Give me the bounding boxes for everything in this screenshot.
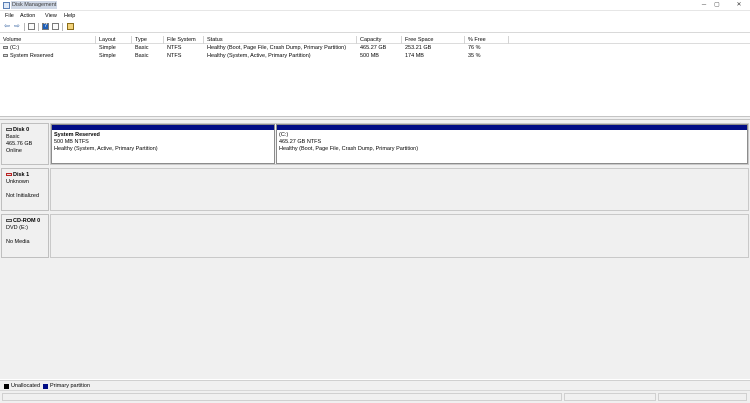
table-row[interactable]: (C:) Simple Basic NTFS Healthy (Boot, Pa… — [0, 45, 750, 52]
help-icon[interactable]: ? — [42, 23, 49, 30]
file-system-cell: NTFS — [167, 53, 182, 59]
capacity-cell: 465.27 GB — [360, 45, 387, 51]
disk-warning-icon — [6, 173, 12, 177]
drive-icon — [3, 46, 8, 50]
type-cell: Basic — [135, 45, 149, 51]
free-space-cell: 174 MB — [405, 53, 424, 59]
disk-name: CD-ROM 0 — [13, 218, 41, 224]
percent-free-cell: 35 % — [468, 53, 481, 59]
cdrom-0-area — [50, 214, 749, 258]
partition-size: 500 MB NTFS — [54, 139, 89, 145]
properties-icon[interactable] — [52, 23, 59, 30]
partition-size: 465.27 GB NTFS — [279, 139, 322, 145]
column-free-space[interactable]: Free Space — [402, 36, 465, 44]
primary-partition-swatch — [43, 384, 48, 389]
column-volume[interactable]: Volume — [0, 36, 96, 44]
partition-c-drive[interactable]: (C:) 465.27 GB NTFS Healthy (Boot, Page … — [276, 124, 748, 164]
toolbar-separator — [38, 23, 39, 31]
volume-list-header: Volume Layout Type File System Status Ca… — [0, 36, 750, 44]
menu-view[interactable]: View — [45, 12, 57, 20]
disk-state: Online — [6, 148, 22, 154]
disk-1-label[interactable]: Disk 1 Unknown Not Initialized — [1, 168, 49, 211]
drive-icon — [3, 54, 8, 58]
unallocated-swatch — [4, 384, 9, 389]
layout-cell: Simple — [99, 53, 116, 59]
volume-name: (C:) — [10, 45, 20, 51]
disk-1-area — [50, 168, 749, 211]
status-segment — [564, 393, 656, 401]
disk-name: Disk 1 — [13, 172, 30, 178]
file-system-cell: NTFS — [167, 45, 182, 51]
menu-help[interactable]: Help — [64, 12, 75, 20]
legend-unallocated: Unallocated — [11, 383, 41, 389]
disk-size: 465.76 GB — [6, 141, 33, 147]
column-file-system[interactable]: File System — [164, 36, 204, 44]
disk-state: Not Initialized — [6, 193, 40, 199]
disk-name: Disk 0 — [13, 127, 30, 133]
toolbar-separator — [24, 23, 25, 31]
column-type[interactable]: Type — [132, 36, 164, 44]
free-space-cell: 253.21 GB — [405, 45, 432, 51]
percent-free-cell: 76 % — [468, 45, 481, 51]
toolbar: ⇦ ⇨ ? — [0, 21, 750, 33]
maximize-button[interactable]: ▢ — [708, 0, 726, 10]
volume-cell: (C:) — [0, 45, 96, 52]
disk-0-partitions: System Reserved 500 MB NTFS Healthy (Sys… — [50, 123, 749, 165]
forward-arrow-icon[interactable]: ⇨ — [13, 23, 21, 31]
partition-status: Healthy (System, Active, Primary Partiti… — [54, 146, 158, 152]
menu-bar: File Action View Help — [0, 11, 750, 21]
partition-title: System Reserved — [54, 132, 100, 138]
menu-file[interactable]: File — [5, 12, 14, 20]
table-row[interactable]: System Reserved Simple Basic NTFS Health… — [0, 53, 750, 60]
capacity-cell: 500 MB — [360, 53, 379, 59]
cd-drive-icon — [6, 219, 12, 223]
volume-cell: System Reserved — [0, 53, 96, 60]
back-arrow-icon[interactable]: ⇦ — [3, 23, 11, 31]
column-layout[interactable]: Layout — [96, 36, 132, 44]
partition-status: Healthy (Boot, Page File, Crash Dump, Pr… — [279, 146, 419, 152]
close-button[interactable]: ✕ — [730, 0, 748, 10]
disk-graphical-view: Disk 0 Basic 465.76 GB Online System Res… — [0, 120, 750, 379]
toolbar-separator — [62, 23, 63, 31]
disk-type: DVD (E:) — [6, 225, 28, 231]
settings-icon[interactable] — [67, 23, 74, 30]
menu-action[interactable]: Action — [20, 12, 35, 20]
partition-system-reserved[interactable]: System Reserved 500 MB NTFS Healthy (Sys… — [51, 124, 275, 164]
primary-partition-bar — [277, 125, 747, 130]
primary-partition-bar — [52, 125, 274, 130]
status-segment — [2, 393, 562, 401]
title-bar: Disk Management ─ ▢ ✕ — [0, 0, 750, 11]
disk-0-label[interactable]: Disk 0 Basic 465.76 GB Online — [1, 123, 49, 165]
volume-name: System Reserved — [10, 53, 54, 59]
disk-state: No Media — [6, 239, 30, 245]
disk-management-app-icon — [3, 2, 10, 9]
column-capacity[interactable]: Capacity — [357, 36, 402, 44]
legend: Unallocated Primary partition — [0, 380, 750, 390]
status-segment — [658, 393, 747, 401]
legend-primary-partition: Primary partition — [50, 383, 91, 389]
column-percent-free[interactable]: % Free — [465, 36, 509, 44]
disk-icon — [6, 128, 12, 132]
show-hide-tree-icon[interactable] — [28, 23, 35, 30]
column-status[interactable]: Status — [204, 36, 357, 44]
status-cell: Healthy (Boot, Page File, Crash Dump, Pr… — [207, 45, 347, 51]
status-bar — [0, 390, 750, 403]
window-title: Disk Management — [11, 1, 58, 9]
disk-type: Unknown — [6, 179, 29, 185]
type-cell: Basic — [135, 53, 149, 59]
disk-type: Basic — [6, 134, 20, 140]
status-cell: Healthy (System, Active, Primary Partiti… — [207, 53, 311, 59]
partition-title: (C:) — [279, 132, 289, 138]
cdrom-0-label[interactable]: CD-ROM 0 DVD (E:) No Media — [1, 214, 49, 258]
layout-cell: Simple — [99, 45, 116, 51]
